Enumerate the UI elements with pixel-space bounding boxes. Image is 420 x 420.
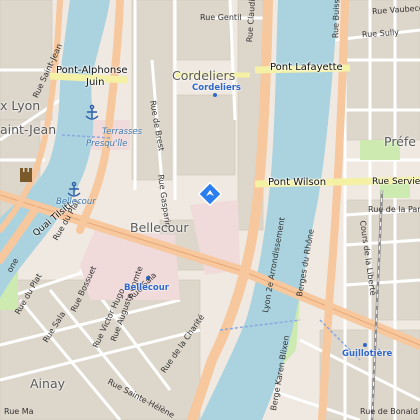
map-base xyxy=(0,0,420,420)
diamond-arrow-icon xyxy=(198,182,222,206)
location-marker[interactable] xyxy=(198,182,222,206)
castle-icon xyxy=(20,168,32,182)
map-canvas[interactable]: Rue Gentil Rue Claudia Rue Sully Rue Vau… xyxy=(0,0,420,420)
